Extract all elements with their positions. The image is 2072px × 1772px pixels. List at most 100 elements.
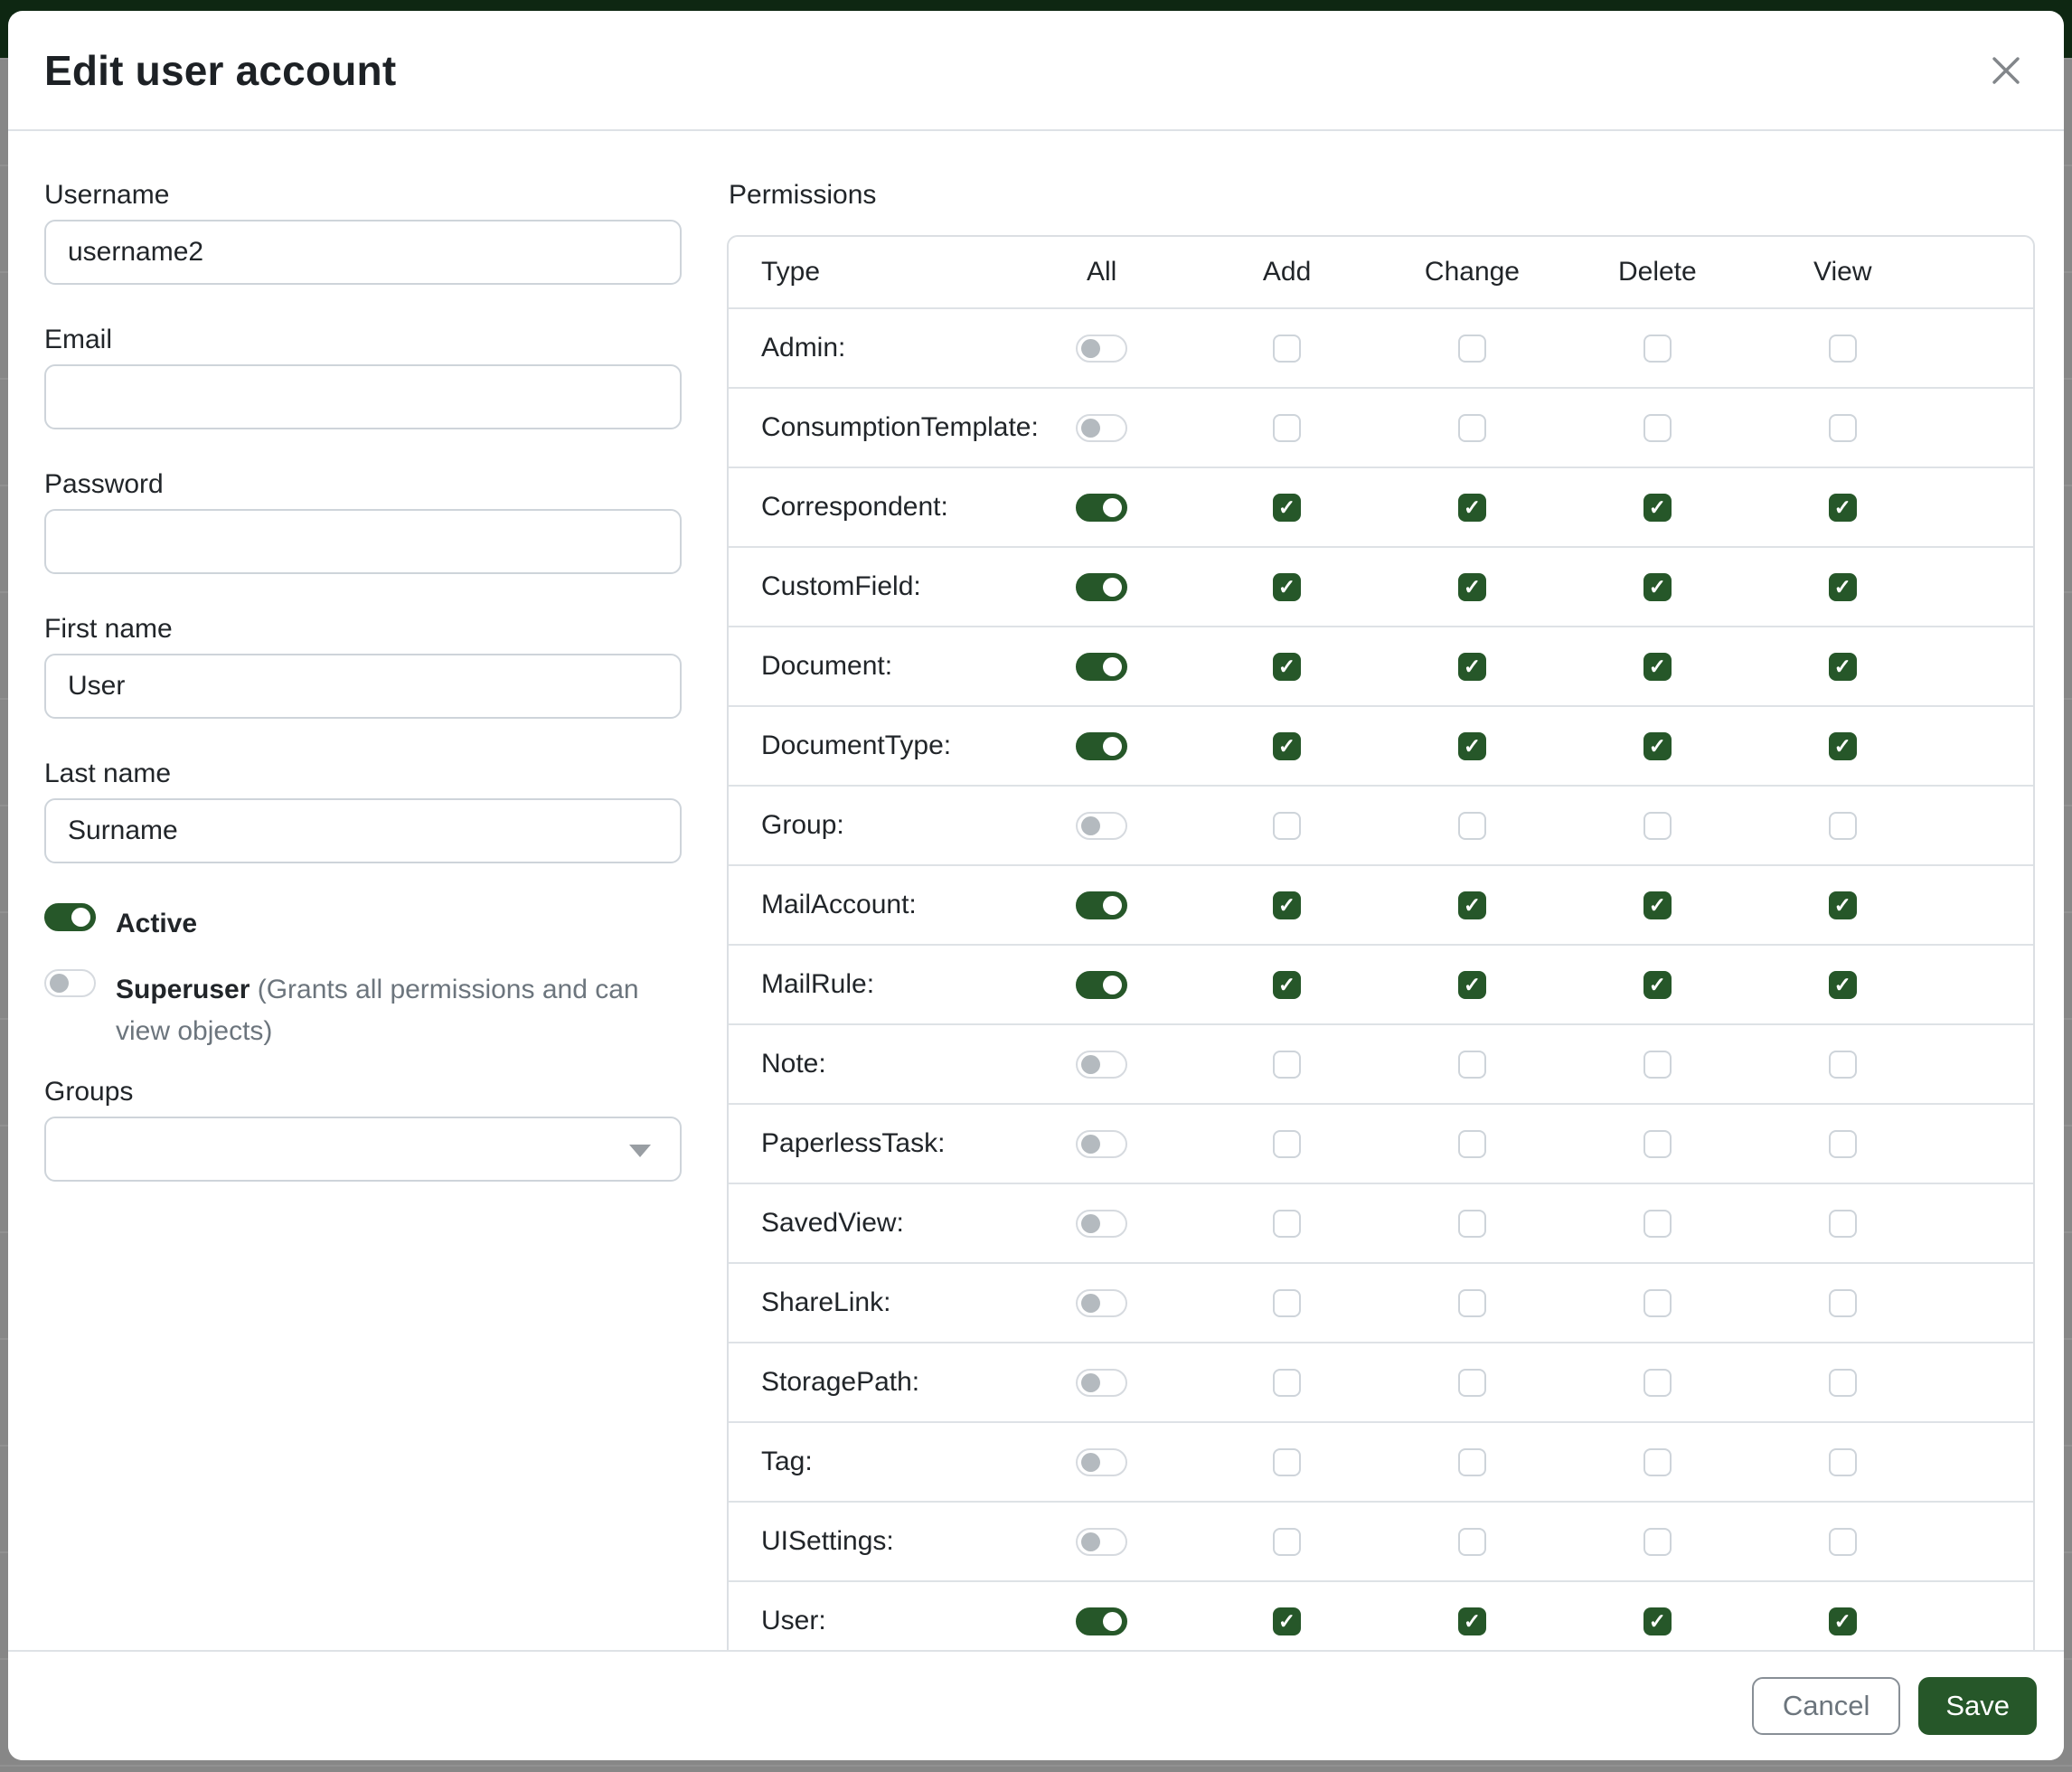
permission-delete-checkbox[interactable]: ✓ — [1643, 573, 1672, 601]
save-button[interactable]: Save — [1918, 1677, 2037, 1735]
permission-change-checkbox[interactable] — [1458, 1289, 1486, 1317]
permission-change-checkbox[interactable] — [1458, 1051, 1486, 1079]
permissions-table-header: Type All Add Change Delete View — [729, 237, 2033, 307]
permission-all-toggle[interactable] — [1076, 732, 1127, 760]
permission-type-label: DocumentType: — [729, 730, 951, 761]
permission-delete-checkbox[interactable]: ✓ — [1643, 732, 1672, 760]
permission-view-checkbox[interactable]: ✓ — [1829, 891, 1857, 919]
permission-view-checkbox[interactable] — [1829, 1289, 1857, 1317]
permission-view-checkbox[interactable]: ✓ — [1829, 494, 1857, 522]
permission-add-checkbox[interactable] — [1273, 335, 1301, 363]
superuser-toggle[interactable] — [44, 969, 96, 997]
permission-add-checkbox[interactable] — [1273, 1289, 1301, 1317]
permission-delete-checkbox[interactable] — [1643, 1528, 1672, 1556]
permission-change-checkbox[interactable]: ✓ — [1458, 653, 1486, 681]
permission-add-checkbox[interactable]: ✓ — [1273, 573, 1301, 601]
permission-change-checkbox[interactable] — [1458, 1210, 1486, 1238]
permission-add-checkbox[interactable]: ✓ — [1273, 891, 1301, 919]
permission-change-checkbox[interactable] — [1458, 1528, 1486, 1556]
permission-delete-checkbox[interactable] — [1643, 1369, 1672, 1397]
permission-delete-checkbox[interactable] — [1643, 1130, 1672, 1158]
permission-add-checkbox[interactable] — [1273, 1528, 1301, 1556]
permission-view-checkbox[interactable]: ✓ — [1829, 971, 1857, 999]
permission-all-toggle[interactable] — [1076, 653, 1127, 681]
permission-add-checkbox[interactable] — [1273, 1051, 1301, 1079]
permission-add-checkbox[interactable]: ✓ — [1273, 971, 1301, 999]
permission-add-checkbox[interactable] — [1273, 1448, 1301, 1476]
permission-view-checkbox[interactable] — [1829, 1210, 1857, 1238]
permission-all-toggle[interactable] — [1076, 1210, 1127, 1238]
permission-add-checkbox[interactable]: ✓ — [1273, 653, 1301, 681]
permission-change-checkbox[interactable]: ✓ — [1458, 1607, 1486, 1635]
permission-delete-checkbox[interactable] — [1643, 414, 1672, 442]
permission-delete-checkbox[interactable] — [1643, 1210, 1672, 1238]
permission-view-checkbox[interactable] — [1829, 1528, 1857, 1556]
permission-view-checkbox[interactable]: ✓ — [1829, 573, 1857, 601]
permission-all-toggle[interactable] — [1076, 573, 1127, 601]
permission-change-checkbox[interactable] — [1458, 414, 1486, 442]
permission-all-toggle[interactable] — [1076, 335, 1127, 363]
permission-delete-checkbox[interactable] — [1643, 1289, 1672, 1317]
permission-change-checkbox[interactable]: ✓ — [1458, 971, 1486, 999]
toggle-knob — [1081, 419, 1100, 438]
permission-add-checkbox[interactable] — [1273, 1210, 1301, 1238]
username-input[interactable] — [44, 220, 682, 285]
permission-add-checkbox[interactable]: ✓ — [1273, 732, 1301, 760]
permission-change-checkbox[interactable]: ✓ — [1458, 573, 1486, 601]
permission-all-toggle[interactable] — [1076, 891, 1127, 919]
permission-view-checkbox[interactable] — [1829, 1448, 1857, 1476]
permission-all-toggle[interactable] — [1076, 1607, 1127, 1635]
permission-change-checkbox[interactable] — [1458, 335, 1486, 363]
permission-delete-checkbox[interactable] — [1643, 335, 1672, 363]
permission-add-checkbox[interactable] — [1273, 414, 1301, 442]
permission-delete-checkbox[interactable]: ✓ — [1643, 653, 1672, 681]
permission-delete-checkbox[interactable]: ✓ — [1643, 971, 1672, 999]
permission-all-toggle[interactable] — [1076, 1369, 1127, 1397]
permission-add-checkbox[interactable] — [1273, 1130, 1301, 1158]
permission-delete-checkbox[interactable] — [1643, 1448, 1672, 1476]
permission-all-toggle[interactable] — [1076, 1130, 1127, 1158]
permission-view-checkbox[interactable]: ✓ — [1829, 653, 1857, 681]
permission-change-checkbox[interactable] — [1458, 812, 1486, 840]
permission-view-checkbox[interactable] — [1829, 335, 1857, 363]
permission-view-checkbox[interactable] — [1829, 812, 1857, 840]
email-input[interactable] — [44, 364, 682, 429]
permission-delete-checkbox[interactable]: ✓ — [1643, 1607, 1672, 1635]
permission-delete-checkbox[interactable]: ✓ — [1643, 494, 1672, 522]
permission-add-checkbox[interactable] — [1273, 1369, 1301, 1397]
permission-delete-checkbox[interactable] — [1643, 1051, 1672, 1079]
permission-view-checkbox[interactable] — [1829, 414, 1857, 442]
permission-view-checkbox[interactable] — [1829, 1130, 1857, 1158]
permission-view-checkbox[interactable] — [1829, 1369, 1857, 1397]
first-name-input[interactable] — [44, 654, 682, 719]
permission-view-checkbox[interactable]: ✓ — [1829, 1607, 1857, 1635]
permission-delete-checkbox[interactable]: ✓ — [1643, 891, 1672, 919]
close-button[interactable] — [1984, 49, 2028, 92]
permission-all-toggle[interactable] — [1076, 1289, 1127, 1317]
cancel-button[interactable]: Cancel — [1752, 1677, 1901, 1735]
permission-change-checkbox[interactable]: ✓ — [1458, 732, 1486, 760]
permission-all-toggle[interactable] — [1076, 971, 1127, 999]
groups-select[interactable] — [44, 1117, 682, 1182]
permission-add-checkbox[interactable]: ✓ — [1273, 494, 1301, 522]
permission-add-checkbox[interactable] — [1273, 812, 1301, 840]
permission-change-checkbox[interactable]: ✓ — [1458, 891, 1486, 919]
permission-change-checkbox[interactable] — [1458, 1369, 1486, 1397]
toggle-knob — [1081, 816, 1100, 835]
permission-all-toggle[interactable] — [1076, 1051, 1127, 1079]
permission-all-toggle[interactable] — [1076, 1448, 1127, 1476]
permission-change-checkbox[interactable] — [1458, 1448, 1486, 1476]
permission-all-toggle[interactable] — [1076, 812, 1127, 840]
last-name-input[interactable] — [44, 798, 682, 863]
permission-all-toggle[interactable] — [1076, 414, 1127, 442]
permission-delete-checkbox[interactable] — [1643, 812, 1672, 840]
permission-change-checkbox[interactable]: ✓ — [1458, 494, 1486, 522]
permission-view-checkbox[interactable]: ✓ — [1829, 732, 1857, 760]
active-toggle[interactable] — [44, 903, 96, 931]
permission-add-checkbox[interactable]: ✓ — [1273, 1607, 1301, 1635]
permission-all-toggle[interactable] — [1076, 494, 1127, 522]
password-input[interactable] — [44, 509, 682, 574]
permission-view-checkbox[interactable] — [1829, 1051, 1857, 1079]
permission-change-checkbox[interactable] — [1458, 1130, 1486, 1158]
permission-all-toggle[interactable] — [1076, 1528, 1127, 1556]
